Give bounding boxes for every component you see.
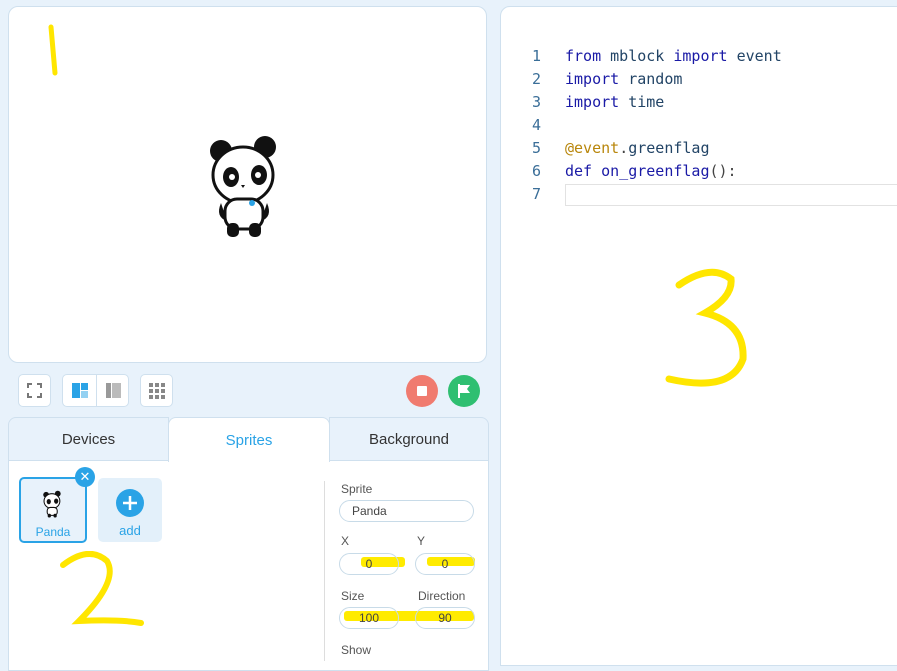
sprite-name-field[interactable]: Panda (339, 500, 474, 522)
code-token: (): (709, 162, 737, 180)
grid-view-button[interactable] (140, 374, 173, 407)
line-number: 5 (531, 139, 541, 157)
code-text[interactable]: def on_greenflag(): (565, 162, 737, 180)
code-line[interactable]: 3 import time (501, 93, 897, 116)
code-token: import (673, 47, 728, 65)
line-number: 3 (531, 93, 541, 111)
tab-devices[interactable]: Devices (8, 417, 169, 461)
code-line[interactable]: 1 from mblock import event (501, 47, 897, 70)
sprite-label: Sprite (341, 482, 373, 496)
annotation-2 (60, 551, 144, 626)
sprite-name: Panda (35, 525, 71, 539)
grid-icon (149, 383, 165, 399)
x-field[interactable]: 0 (339, 553, 399, 575)
line-number: 1 (531, 47, 541, 65)
delete-sprite-button[interactable]: ✕ (75, 467, 95, 487)
stop-icon (417, 386, 427, 396)
y-label: Y (417, 534, 426, 548)
code-token: import (565, 93, 620, 111)
stop-button[interactable] (406, 375, 438, 407)
code-token: mblock (601, 47, 674, 65)
divider (324, 481, 325, 661)
code-text[interactable]: @event.greenflag (565, 139, 710, 157)
direction-label: Direction (418, 589, 466, 603)
code-token: greenflag (628, 139, 710, 157)
size-label: Size (341, 589, 365, 603)
x-label: X (341, 534, 350, 548)
tab-background[interactable]: Background (329, 417, 489, 461)
add-label: add (119, 523, 141, 538)
panda-thumbnail-icon (43, 490, 61, 518)
code-token: random (619, 70, 683, 88)
current-line-cursor[interactable] (565, 184, 897, 206)
size-field[interactable]: 100 (339, 607, 399, 629)
line-number: 7 (531, 185, 541, 203)
code-token: from (565, 47, 602, 65)
code-token: time (619, 93, 665, 111)
line-number: 6 (531, 162, 541, 180)
code-token: event (727, 47, 782, 65)
layout-large-stage-icon[interactable] (63, 375, 96, 406)
code-line[interactable]: 2 import random (501, 70, 897, 93)
code-token: . (619, 139, 629, 157)
panda-sprite[interactable] (207, 133, 287, 239)
code-text[interactable]: import time (565, 93, 664, 111)
fullscreen-button[interactable] (18, 374, 51, 407)
annotation-3 (665, 268, 747, 387)
close-icon: ✕ (79, 469, 91, 484)
annotation-1 (48, 24, 58, 76)
flag-icon (458, 384, 470, 398)
fullscreen-icon (27, 383, 42, 398)
code-token: @event (565, 139, 620, 157)
code-text[interactable]: from mblock import event (565, 47, 782, 65)
layout-toggle[interactable] (62, 374, 129, 407)
y-field[interactable]: 0 (415, 553, 475, 575)
stage-canvas[interactable]: 1 (8, 6, 487, 363)
add-sprite-button[interactable]: add (98, 478, 162, 542)
code-token: import (565, 70, 620, 88)
plus-icon (116, 489, 144, 517)
code-token: def (565, 162, 593, 180)
line-number: 4 (531, 116, 541, 134)
tab-sprites[interactable]: Sprites (168, 417, 330, 462)
line-number: 2 (531, 70, 541, 88)
code-text[interactable]: import random (565, 70, 682, 88)
code-editor[interactable]: 1 from mblock import event 2 import random 3… (500, 6, 897, 666)
code-line[interactable]: 5 @event.greenflag (501, 139, 897, 162)
sprite-card-panda[interactable]: Panda (19, 477, 87, 543)
layout-small-stage-icon[interactable] (97, 375, 129, 406)
show-label: Show (341, 643, 372, 657)
code-token: on_greenflag (592, 162, 710, 180)
code-line[interactable]: 4 (501, 116, 897, 139)
sprite-panel: Devices Sprites Background Panda ✕ add S… (8, 417, 489, 671)
direction-field[interactable]: 90 (415, 607, 475, 629)
green-flag-button[interactable] (448, 375, 480, 407)
code-line[interactable]: 6 def on_greenflag(): (501, 162, 897, 185)
sprites-tab-content: Panda ✕ add Sprite Panda X Y 0 0 Size Di… (8, 461, 489, 671)
